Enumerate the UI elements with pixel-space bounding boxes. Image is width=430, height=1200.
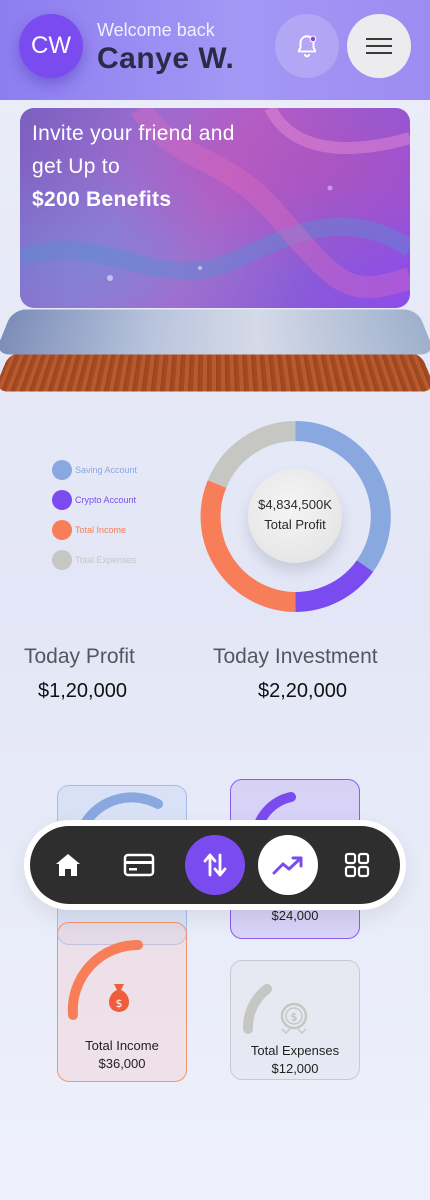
promo-banner[interactable]: Invite your friend and get Up to $200 Be…	[0, 100, 430, 400]
legend-label: Crypto Account	[75, 495, 137, 505]
today-investment-title: Today Investment	[213, 645, 378, 668]
trending-up-icon	[272, 856, 303, 875]
income-value: $36,000	[98, 1056, 146, 1071]
coin-icon: $	[280, 1002, 308, 1035]
legend-label: Saving Account	[75, 465, 138, 475]
promo-line-2: get Up to	[32, 155, 120, 178]
transfer-icon	[203, 853, 227, 877]
notification-button[interactable]	[275, 14, 339, 78]
expenses-label: Total Expenses	[250, 1043, 340, 1058]
donut-segment-crypto	[295, 559, 374, 612]
user-name: Canye W.	[97, 42, 235, 75]
menu-button[interactable]	[347, 14, 411, 78]
card-icon	[123, 853, 155, 877]
income-arc-icon	[67, 939, 143, 1020]
stacked-card-middle	[0, 309, 430, 355]
today-investment-value: $2,20,000	[258, 680, 347, 702]
income-label: Total Income	[85, 1038, 159, 1053]
crypto-value: $24,000	[271, 908, 319, 923]
total-profit-label: Total Profit	[264, 517, 326, 532]
today-profit-value: $1,20,000	[38, 680, 127, 702]
svg-text:$: $	[291, 1011, 298, 1024]
money-bag-icon: $	[109, 984, 129, 1012]
legend-item-expenses: Total Expenses	[52, 550, 136, 570]
legend-label: Total Expenses	[75, 555, 137, 565]
saving-dot-icon	[52, 460, 72, 480]
promo-line-1: Invite your friend and	[32, 122, 235, 145]
nav-home[interactable]	[38, 835, 98, 895]
nav-more[interactable]	[327, 835, 387, 895]
promo-card[interactable]: Invite your friend and get Up to $200 Be…	[20, 108, 410, 308]
expenses-value: $12,000	[271, 1061, 319, 1076]
total-expenses-tile[interactable]: $ Total Expenses $12,000	[230, 960, 360, 1080]
income-dot-icon	[52, 520, 72, 540]
nav-analytics[interactable]	[258, 835, 318, 895]
expenses-dot-icon	[52, 550, 72, 570]
home-icon	[56, 854, 80, 876]
crypto-dot-icon	[52, 490, 72, 510]
legend-item-crypto: Crypto Account	[52, 490, 136, 510]
today-profit-title: Today Profit	[24, 645, 135, 668]
legend-item-income: Total Income	[52, 520, 126, 540]
svg-text:$: $	[116, 997, 123, 1010]
stacked-card-back	[0, 351, 430, 392]
bell-icon	[297, 35, 317, 58]
app-header: CW Welcome back Canye W.	[0, 0, 430, 100]
avatar[interactable]: CW	[19, 14, 83, 78]
total-income-tile[interactable]: $ Total Income $36,000	[57, 922, 187, 1082]
nav-transfer[interactable]	[185, 835, 245, 895]
promo-line-3: $200 Benefits	[32, 188, 172, 211]
nav-cards[interactable]	[109, 835, 169, 895]
donut-center	[248, 469, 342, 563]
total-profit-value: $4,834,500K	[258, 497, 332, 512]
grid-icon	[344, 852, 370, 878]
legend-label: Total Income	[75, 525, 127, 535]
hamburger-icon	[366, 38, 392, 54]
legend-item-saving: Saving Account	[52, 460, 137, 480]
welcome-text: Welcome back	[97, 20, 215, 40]
